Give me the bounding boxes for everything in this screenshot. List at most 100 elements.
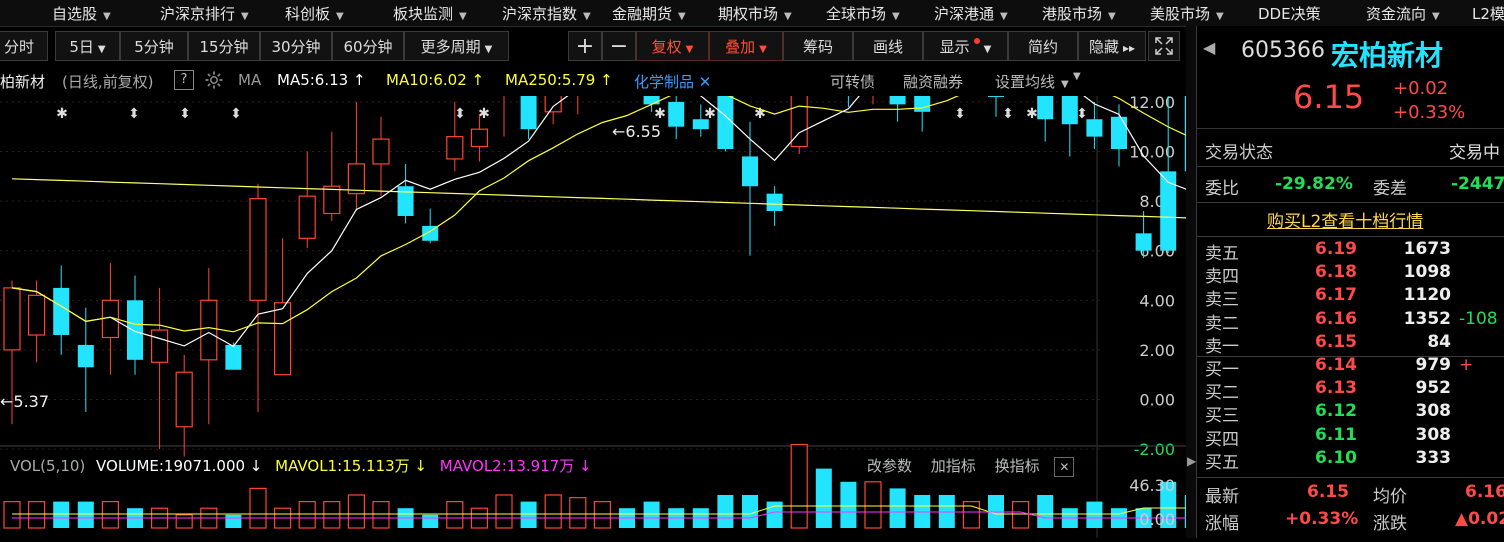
bid-row[interactable]: 买四 6.11 308 <box>1197 424 1504 450</box>
jianyue-button[interactable]: 简约 <box>1008 31 1078 61</box>
period-30min[interactable]: 30分钟 <box>260 31 332 61</box>
nav-item-8[interactable]: 沪深港通 ▼ <box>934 3 1008 24</box>
event-marker-icon: ⬍ <box>1076 106 1088 122</box>
ask-row[interactable]: 卖二 6.16 1352 -108 <box>1197 309 1504 334</box>
order-change: + <box>1459 355 1474 375</box>
y-tick-label: 4.00 <box>1139 291 1175 310</box>
nav-item-label: 沪深港通 <box>934 5 995 23</box>
period-fenshi[interactable]: 分时 <box>0 31 48 61</box>
order-level-label: 卖三 <box>1205 290 1239 311</box>
nav-item-10[interactable]: 美股市场 ▼ <box>1150 3 1224 24</box>
rongzi-link[interactable]: 融资融券 <box>903 71 963 92</box>
order-volume: 308 <box>1415 424 1452 445</box>
zoom-out-button[interactable]: − <box>602 31 636 61</box>
volume-bar-up <box>495 494 513 529</box>
volume-bar-up <box>569 497 587 529</box>
jiazhibiao-link[interactable]: 加指标 <box>931 457 976 475</box>
volume-bar-down <box>1086 501 1103 528</box>
huanzhibiao-link[interactable]: 换指标 <box>995 457 1040 475</box>
bid-row[interactable]: 买二 6.13 952 <box>1197 378 1504 404</box>
bid-row[interactable]: 买一 6.14 979 + <box>1197 355 1504 380</box>
nav-item-label: 港股市场 <box>1042 5 1103 23</box>
top-nav-bar: 自选股 ▼ 沪深京排行 ▼ 科创板 ▼ 板块监测 ▼ 沪深京指数 ▼ 金融期货 ▼ 期权市场 ▼ 全球市场 ▼… <box>0 0 1504 27</box>
period-5min[interactable]: 5分钟 <box>120 31 188 61</box>
volume-bar-up <box>298 501 316 529</box>
latest-value: 6.15 <box>1307 482 1349 502</box>
close-icon[interactable]: ✕ <box>694 73 712 91</box>
period-15min[interactable]: 15分钟 <box>188 31 260 61</box>
nav-item-11[interactable]: DDE决策 <box>1258 3 1321 24</box>
nav-item-3[interactable]: 板块监测 ▼ <box>393 3 467 24</box>
nav-item-12[interactable]: 资金流向 ▼ <box>1366 3 1440 24</box>
nav-item-9[interactable]: 港股市场 ▼ <box>1042 3 1116 24</box>
nav-item-7[interactable]: 全球市场 ▼ <box>826 3 900 24</box>
y-tick-label: -2.00 <box>1134 440 1175 459</box>
chevron-down-icon[interactable]: ▼ <box>1073 71 1081 82</box>
arrow-up-icon: ↑ <box>595 71 613 89</box>
event-marker-icon: ⬍ <box>179 106 191 122</box>
volume-bar-down <box>742 495 758 528</box>
y-tick-label: 0.00 <box>1139 391 1175 410</box>
event-marker-icon: ⬍ <box>454 106 466 122</box>
panel-splitter[interactable]: ▶ <box>1186 26 1196 538</box>
close-icon[interactable]: ✕ <box>1054 457 1075 477</box>
period-more[interactable]: 更多周期 ▼ <box>404 31 509 61</box>
bid-row[interactable]: 买五 6.10 333 <box>1197 448 1504 473</box>
help-icon[interactable]: ? <box>174 70 194 90</box>
ask-row[interactable]: 卖三 6.17 1120 <box>1197 285 1504 311</box>
quote-header: ◀ 605366 宏柏新材 6.15 +0.02 +0.33% <box>1197 26 1504 129</box>
nav-item-0[interactable]: 自选股 ▼ <box>52 3 111 24</box>
nav-item-label: L2模 <box>1472 5 1504 23</box>
ask-row[interactable]: 卖五 6.19 1673 <box>1197 239 1504 264</box>
candle-body-down <box>742 156 758 187</box>
order-price: 6.12 <box>1315 401 1357 422</box>
fuquan-button[interactable]: 复权 ▼ <box>636 31 709 61</box>
current-price: 6.15 <box>1293 78 1365 116</box>
order-level-label: 买二 <box>1205 383 1239 404</box>
nav-item-label: 板块监测 <box>393 5 454 23</box>
nav-item-13[interactable]: L2模 <box>1472 3 1504 24</box>
nav-item-2[interactable]: 科创板 ▼ <box>285 3 344 24</box>
ask-row[interactable]: 卖一 6.15 84 <box>1197 332 1504 357</box>
order-level-label: 买五 <box>1205 452 1239 473</box>
chevron-right-icon[interactable]: ▶ <box>1187 454 1196 468</box>
nav-item-6[interactable]: 期权市场 ▼ <box>718 3 792 24</box>
kezhuanzhai-link[interactable]: 可转债 <box>830 71 875 92</box>
nav-item-5[interactable]: 金融期货 ▼ <box>612 3 686 24</box>
nav-item-4[interactable]: 沪深京指数 ▼ <box>502 3 591 24</box>
bid-row[interactable]: 买三 6.12 308 <box>1197 401 1504 426</box>
chevron-left-icon[interactable]: ◀ <box>1203 38 1215 57</box>
yincang-button[interactable]: 隐藏 ▸▸ <box>1078 31 1146 61</box>
volume-bar-up <box>347 494 365 529</box>
period-60min[interactable]: 60分钟 <box>332 31 404 61</box>
chevron-down-icon: ▼ <box>336 11 344 22</box>
huaxian-button[interactable]: 画线 <box>853 31 923 61</box>
trade-state-label: 交易状态 <box>1205 143 1273 163</box>
latest-label: 最新 <box>1205 487 1239 507</box>
volume-bar-down <box>840 481 857 528</box>
diejia-button[interactable]: 叠加 ▼ <box>709 31 783 61</box>
candle-body-up <box>544 66 562 113</box>
gaican-link[interactable]: 改参数 <box>867 457 912 475</box>
chouma-button[interactable]: 筹码 <box>783 31 853 61</box>
xianshi-button[interactable]: 显示 ▼ <box>923 31 1008 61</box>
avg-label: 均价 <box>1373 487 1407 507</box>
period-5day[interactable]: 5日 ▼ <box>55 31 120 61</box>
settings-gear-icon[interactable] <box>204 70 224 94</box>
volume-bar-up <box>372 501 390 529</box>
candle-body-down <box>988 42 1004 97</box>
expand-icon[interactable] <box>1148 31 1180 61</box>
avg-value: 6.16 <box>1465 482 1504 502</box>
zoom-in-button[interactable]: + <box>568 31 602 61</box>
ask-row[interactable]: 卖四 6.18 1098 <box>1197 262 1504 288</box>
sector-tag[interactable]: 化学制品 ✕ <box>634 71 711 92</box>
nav-item-1[interactable]: 沪深京排行 ▼ <box>160 3 249 24</box>
l2-purchase-link[interactable]: 购买L2查看十档行情 <box>1267 207 1423 232</box>
candle-body-down <box>1037 49 1054 120</box>
candle-body-down <box>914 82 931 112</box>
ma10-value: MA10:6.02 ↑ <box>386 71 485 89</box>
order-level-label: 卖四 <box>1205 267 1239 288</box>
ma-settings-link[interactable]: 设置均线 ▼ <box>995 71 1069 92</box>
candle-body-up <box>175 371 193 428</box>
volume-bar-down <box>815 468 832 528</box>
